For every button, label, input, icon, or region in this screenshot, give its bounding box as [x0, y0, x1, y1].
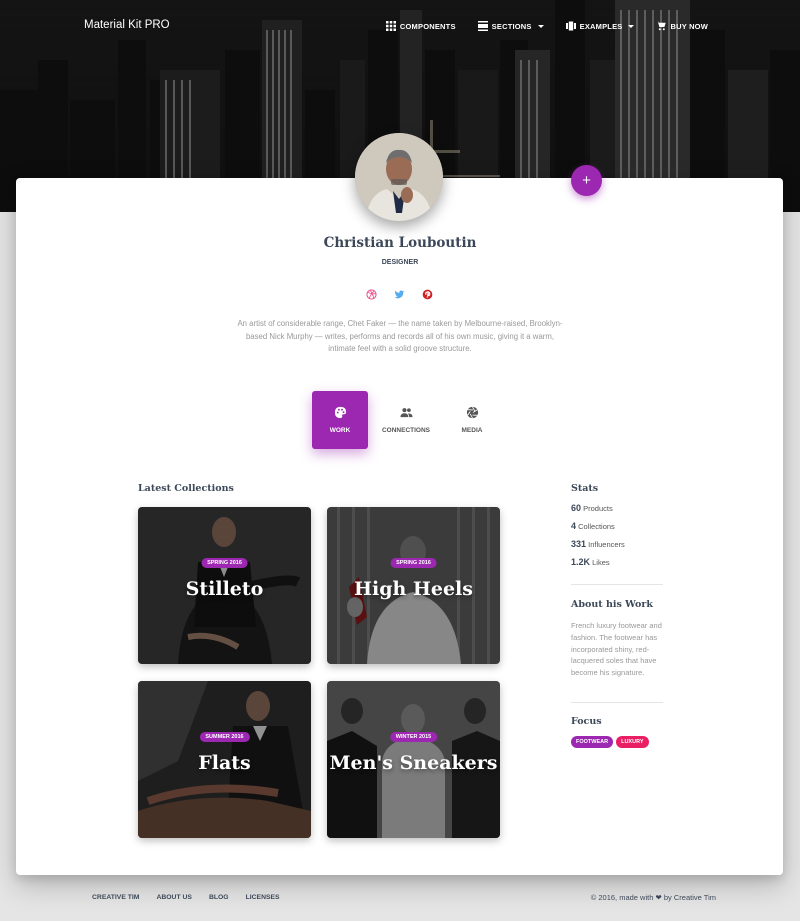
- stat-label: Likes: [592, 558, 610, 567]
- collection-title: Men's Sneakers: [329, 752, 498, 774]
- pinterest-icon[interactable]: [422, 287, 433, 300]
- tab-connections[interactable]: CONNECTIONS: [374, 391, 438, 449]
- nav-sections[interactable]: SECTIONS: [477, 21, 544, 31]
- tag-luxury[interactable]: LUXURY: [616, 736, 649, 748]
- collection-card[interactable]: SUMMER 2016 Flats: [138, 681, 311, 838]
- avatar-portrait: [355, 133, 443, 221]
- collection-badge: WINTER 2015: [389, 732, 438, 742]
- copyright-post: by Creative Tim: [663, 893, 716, 902]
- collection-card[interactable]: SPRING 2016 Stilleto: [138, 507, 311, 664]
- chevron-down-icon: [628, 24, 635, 28]
- stat-value: 4: [571, 521, 577, 531]
- apps-icon: [385, 21, 396, 31]
- stat-item: 4 Collections: [571, 521, 625, 539]
- footer-link-creative-tim[interactable]: CREATIVE TIM: [92, 894, 139, 901]
- tab-work[interactable]: WORK: [312, 391, 368, 449]
- navbar: Material Kit PRO COMPONENTS SECTIONS EXA…: [0, 0, 800, 54]
- collections-title: Latest Collections: [138, 483, 234, 494]
- nav-components[interactable]: COMPONENTS: [385, 21, 456, 31]
- divider: [571, 584, 663, 585]
- copyright: © 2016, made with ❤ by Creative Tim: [591, 893, 716, 902]
- tab-connections-label: CONNECTIONS: [381, 427, 431, 434]
- copyright-pre: © 2016, made with: [590, 893, 654, 902]
- nav-buy-now-label: BUY NOW: [670, 21, 708, 31]
- divider: [571, 702, 663, 703]
- tag-footwear[interactable]: FOOTWEAR: [571, 736, 614, 748]
- stat-item: 1.2K Likes: [571, 557, 625, 575]
- stat-value: 60: [571, 503, 582, 513]
- collection-card[interactable]: SPRING 2016 High Heels: [327, 507, 500, 664]
- stats-title: Stats: [571, 483, 599, 494]
- add-button[interactable]: +: [571, 165, 602, 196]
- stat-item: 60 Products: [571, 503, 625, 521]
- footer-link-blog[interactable]: BLOG: [209, 894, 229, 901]
- shopping-cart-icon: [656, 21, 667, 31]
- focus-tags: FOOTWEAR LUXURY: [571, 736, 649, 748]
- nav-buy-now[interactable]: BUY NOW: [656, 21, 708, 31]
- view-day-icon: [477, 21, 488, 31]
- stat-label: Products: [583, 504, 613, 513]
- view-carousel-icon: [565, 21, 576, 31]
- collection-title: High Heels: [354, 578, 473, 600]
- profile-tabs: WORK CONNECTIONS MEDIA: [312, 391, 500, 449]
- profile-name: Christian Louboutin: [323, 235, 477, 251]
- collection-title: Flats: [198, 752, 251, 774]
- about-text: French luxury footwear and fashion. The …: [571, 621, 662, 678]
- nav-examples-label: EXAMPLES: [579, 21, 623, 31]
- brand-logo[interactable]: Material Kit PRO: [84, 19, 170, 31]
- profile-role: DESIGNER: [381, 259, 419, 266]
- chevron-down-icon: [537, 24, 544, 28]
- stat-item: 331 Influencers: [571, 539, 625, 557]
- nav-sections-label: SECTIONS: [491, 21, 532, 31]
- people-icon: [399, 408, 413, 418]
- stats-list: 60 Products 4 Collections 331 Influencer…: [571, 503, 625, 575]
- focus-title: Focus: [571, 716, 602, 727]
- tab-media[interactable]: MEDIA: [444, 391, 500, 449]
- stat-value: 1.2K: [571, 557, 591, 567]
- nav-components-label: COMPONENTS: [399, 21, 456, 31]
- nav-examples[interactable]: EXAMPLES: [565, 21, 635, 31]
- collection-badge: SPRING 2016: [390, 558, 437, 568]
- about-title: About his Work: [571, 599, 653, 610]
- collection-card[interactable]: WINTER 2015 Men's Sneakers: [327, 681, 500, 838]
- profile-bio: An artist of considerable range, Chet Fa…: [237, 319, 563, 353]
- heart-icon: ❤: [655, 893, 662, 902]
- stat-label: Collections: [578, 522, 615, 531]
- palette-icon: [334, 406, 346, 419]
- stat-value: 331: [571, 539, 587, 549]
- nav-menu: COMPONENTS SECTIONS EXAMPLES BUY NOW: [385, 21, 708, 31]
- twitter-icon[interactable]: [394, 287, 405, 299]
- collection-title: Stilleto: [185, 578, 264, 600]
- footer-link-about-us[interactable]: ABOUT US: [156, 894, 192, 901]
- collection-badge: SPRING 2016: [201, 558, 248, 568]
- stat-label: Influencers: [588, 540, 625, 549]
- footer-nav: CREATIVE TIM ABOUT US BLOG LICENSES: [92, 894, 280, 901]
- avatar: [355, 133, 443, 221]
- footer-link-licenses[interactable]: LICENSES: [246, 894, 280, 901]
- social-links: [366, 287, 433, 300]
- camera-icon: [466, 406, 478, 419]
- tab-work-label: WORK: [329, 427, 351, 434]
- dribbble-icon[interactable]: [366, 287, 377, 300]
- tab-media-label: MEDIA: [461, 427, 483, 434]
- collection-badge: SUMMER 2016: [199, 732, 250, 742]
